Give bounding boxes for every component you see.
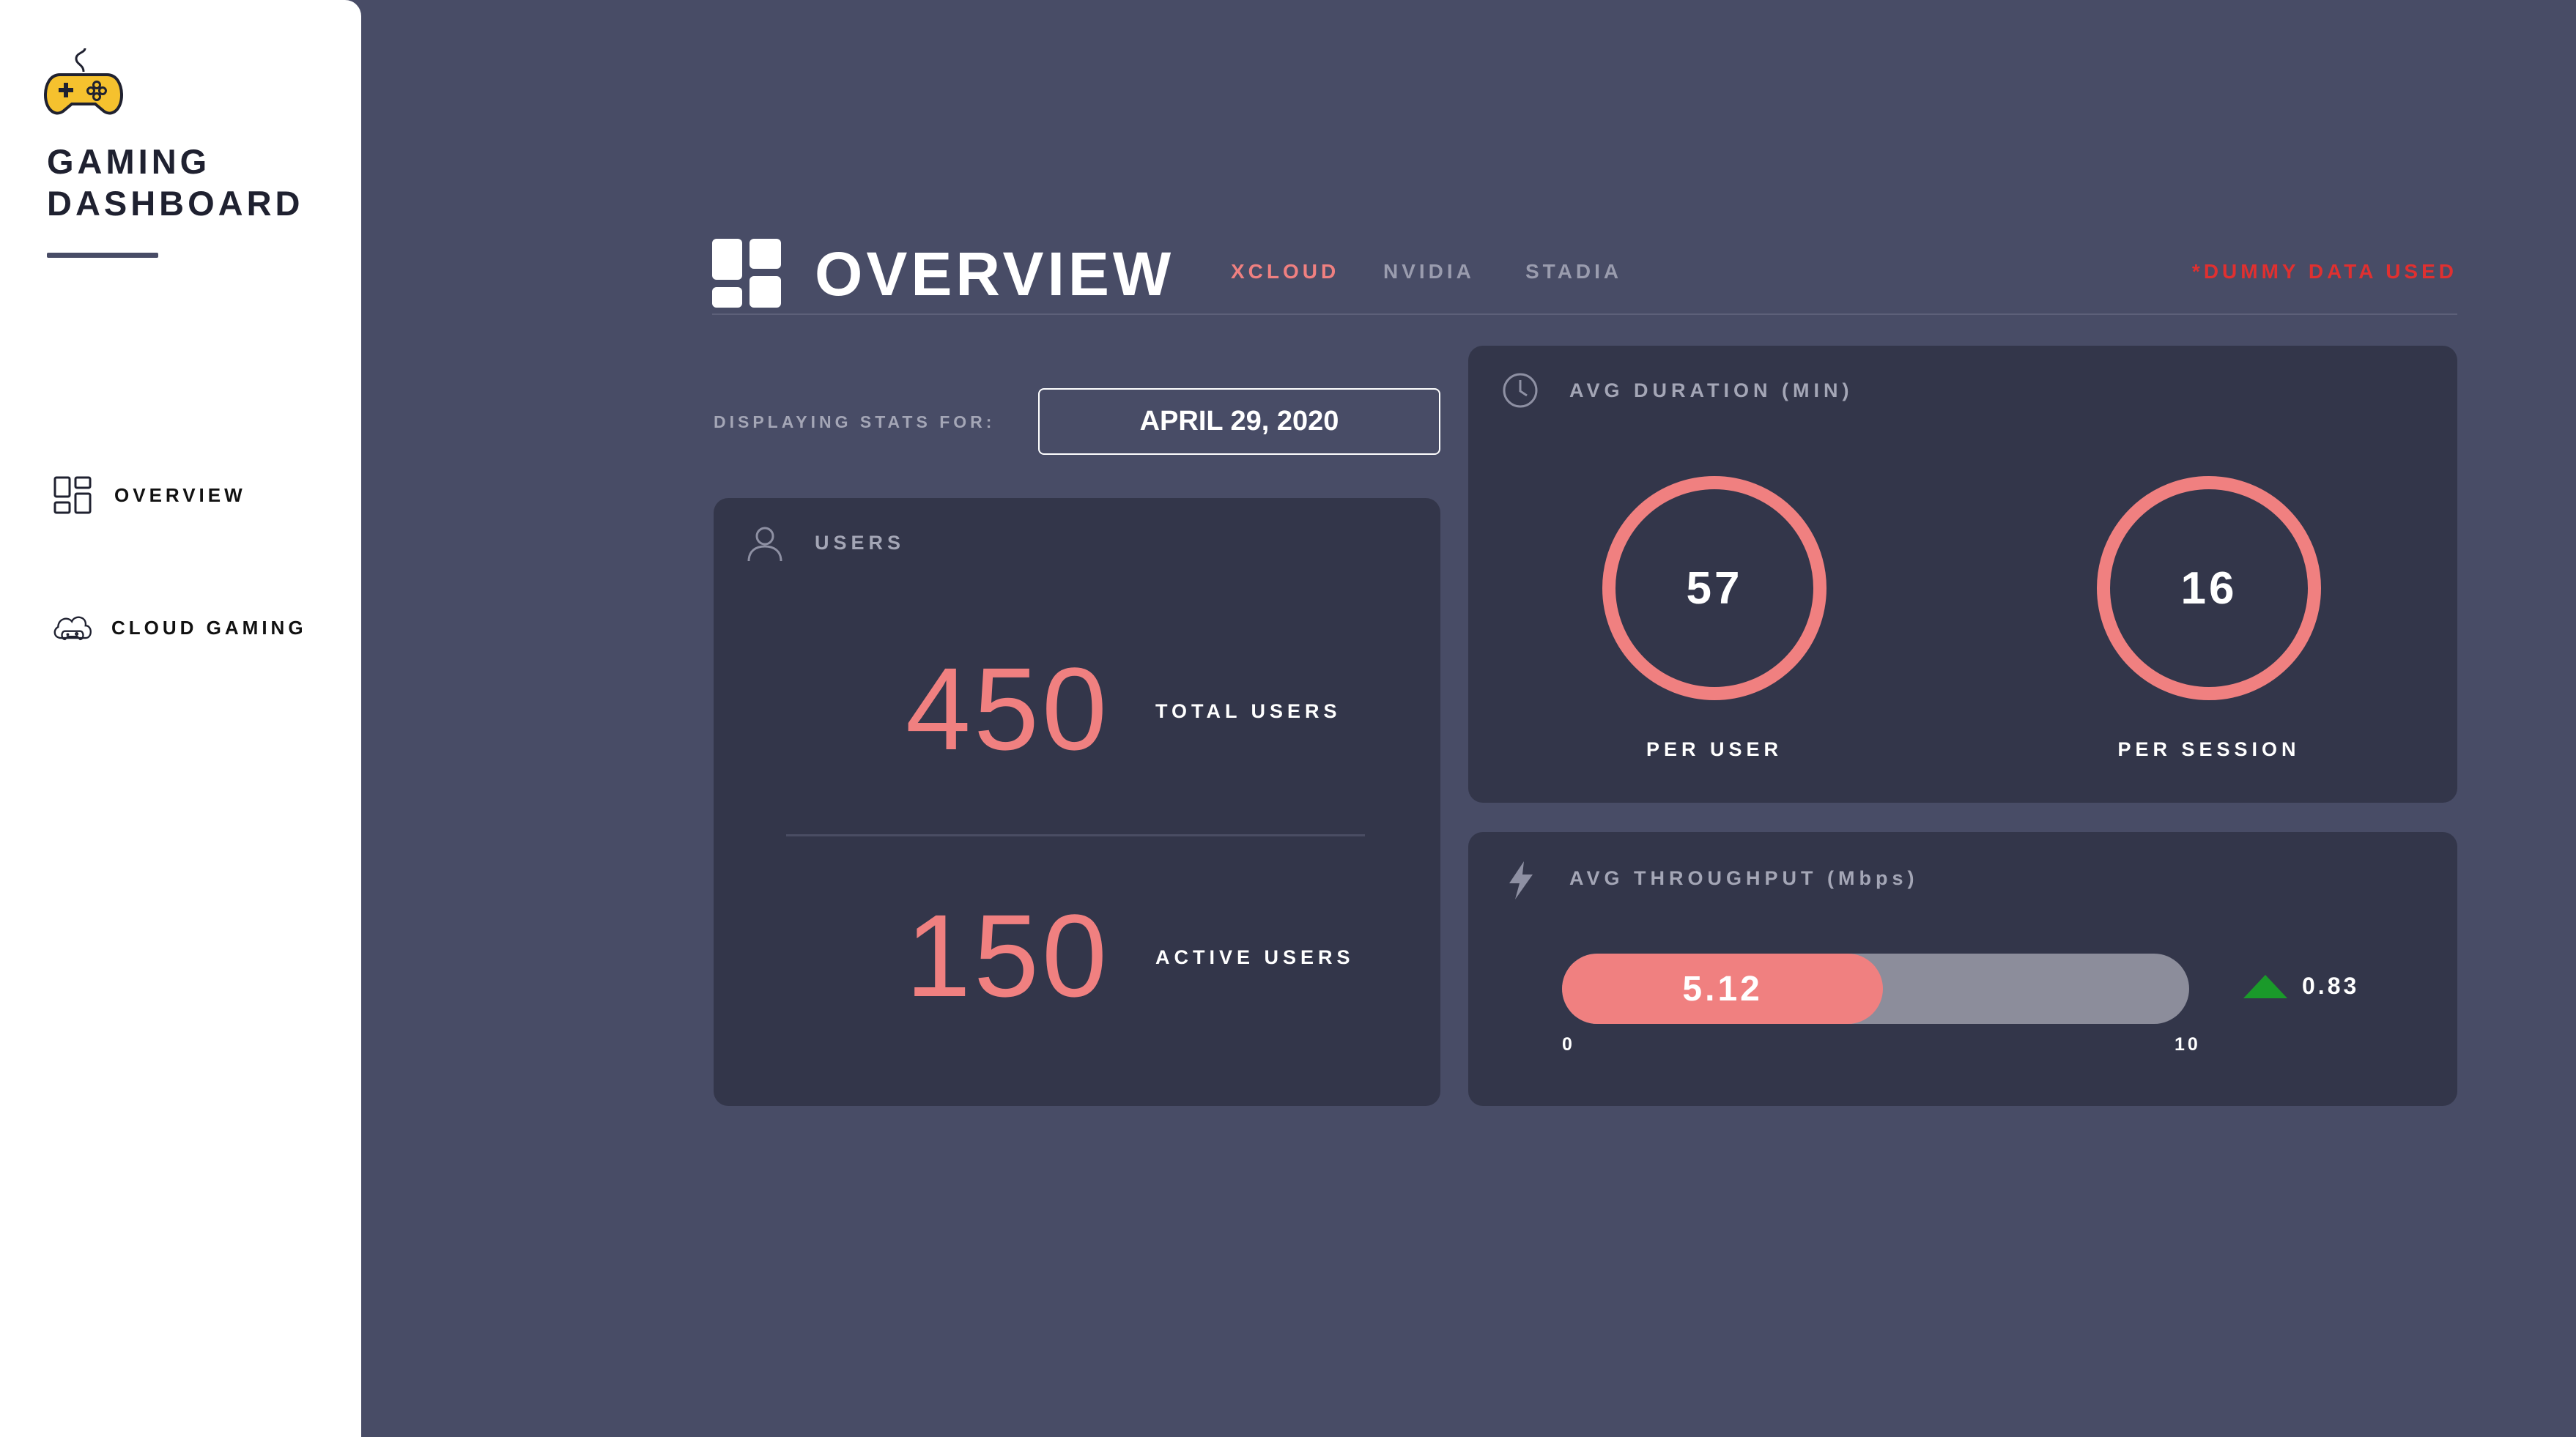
sidebar: GAMING DASHBOARD OVERVIEW CLOUD GAMING	[0, 0, 361, 1437]
dummy-data-note: *DUMMY DATA USED	[2191, 260, 2457, 283]
throughput-value: 5.12	[1682, 969, 1763, 1009]
total-users-label: TOTAL USERS	[1155, 700, 1341, 722]
brand-divider	[47, 253, 158, 258]
throughput-card: AVG THROUGHPUT (Mbps) 5.12 0 10 0.83	[1468, 832, 2457, 1106]
duration-card: AVG DURATION (MIN) 57 PER USER 16 PER SE…	[1468, 346, 2457, 803]
sidebar-item-label: OVERVIEW	[114, 483, 246, 506]
brand-line-1: GAMING	[47, 142, 211, 181]
throughput-max-label: 10	[2175, 1034, 2201, 1055]
per-user-value: 57	[1686, 562, 1743, 614]
per-session-ring: 16	[2097, 476, 2321, 700]
active-users-label: ACTIVE USERS	[1155, 946, 1355, 968]
per-user-ring: 57	[1602, 476, 1826, 700]
throughput-bar-fill: 5.12	[1562, 954, 1884, 1024]
brand-line-2: DASHBOARD	[47, 184, 304, 223]
lightning-icon	[1508, 861, 1534, 903]
throughput-card-title: AVG THROUGHPUT (Mbps)	[1569, 867, 1919, 889]
cloud-gamepad-icon	[51, 606, 94, 649]
user-icon	[746, 524, 784, 566]
per-session-value: 16	[2180, 562, 2238, 614]
users-card-title: USERS	[815, 532, 906, 554]
per-user-label: PER USER	[1646, 738, 1783, 760]
tab-xcloud[interactable]: XCLOUD	[1231, 260, 1339, 283]
overview-grid-icon	[712, 239, 781, 308]
page-header: OVERVIEW XCLOUD NVIDIA STADIA *DUMMY DAT…	[712, 234, 2457, 315]
users-divider	[786, 834, 1365, 836]
throughput-bar: 5.12	[1562, 954, 2189, 1024]
total-users-value: 450	[906, 643, 1110, 774]
per-session-label: PER SESSION	[2117, 738, 2301, 760]
throughput-delta: 0.83	[2243, 973, 2359, 1000]
sidebar-item-cloud-gaming[interactable]: CLOUD GAMING	[51, 606, 307, 650]
throughput-min-label: 0	[1562, 1034, 1575, 1055]
sidebar-item-overview[interactable]: OVERVIEW	[51, 473, 246, 517]
brand-title: GAMING DASHBOARD	[47, 141, 304, 224]
clock-icon	[1502, 372, 1539, 412]
arrow-up-icon	[2243, 974, 2287, 998]
sidebar-item-label: CLOUD GAMING	[111, 616, 307, 639]
grid-icon	[51, 474, 94, 516]
users-card: USERS 450 TOTAL USERS 150 ACTIVE USERS	[714, 498, 1440, 1106]
date-label: DISPLAYING STATS FOR:	[714, 412, 996, 431]
duration-card-title: AVG DURATION (MIN)	[1569, 379, 1854, 401]
gamepad-icon	[43, 42, 124, 122]
page-title: OVERVIEW	[815, 240, 1175, 308]
date-selector[interactable]: APRIL 29, 2020	[1038, 388, 1440, 455]
tab-stadia[interactable]: STADIA	[1525, 260, 1622, 283]
active-users-value: 150	[906, 890, 1110, 1021]
tab-nvidia[interactable]: NVIDIA	[1383, 260, 1475, 283]
throughput-delta-value: 0.83	[2302, 973, 2360, 999]
